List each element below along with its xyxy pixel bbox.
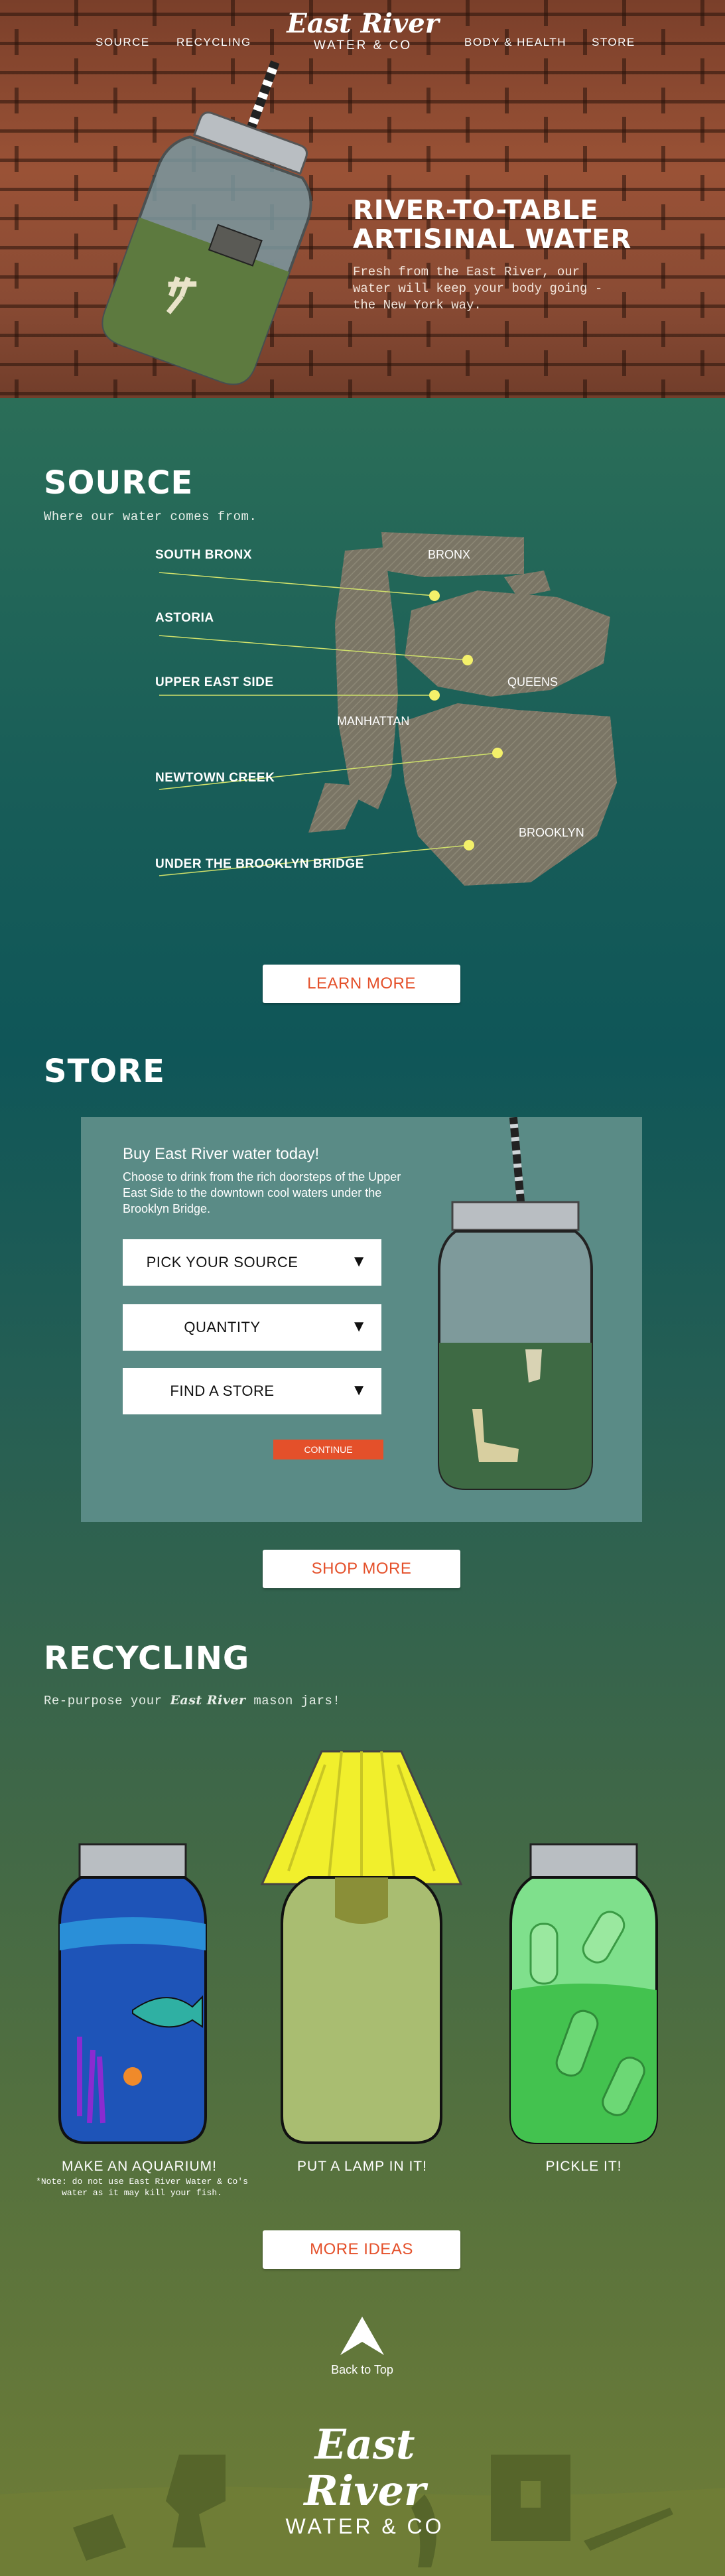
quantity-select[interactable]: QUANTITY ▼ bbox=[123, 1304, 381, 1351]
hero-title-line2: ARTISINAL WATER bbox=[353, 224, 632, 255]
store-panel-text: Choose to drink from the rich doorsteps … bbox=[123, 1170, 401, 1215]
location-astoria[interactable]: ASTORIA bbox=[155, 611, 214, 626]
location-south-bronx[interactable]: SOUTH BRONX bbox=[155, 548, 252, 563]
recycling-sub-post: mason jars! bbox=[245, 1694, 341, 1708]
pickle-jar bbox=[509, 1843, 658, 2144]
chevron-down-icon: ▼ bbox=[351, 1381, 367, 1399]
nav-body-health[interactable]: BODY & HEALTH bbox=[464, 36, 566, 49]
nav-source[interactable]: SOURCE bbox=[96, 36, 150, 49]
store-select[interactable]: FIND A STORE ▼ bbox=[123, 1368, 381, 1414]
store-select-label: FIND A STORE bbox=[170, 1383, 275, 1399]
store-jar-illustration bbox=[438, 1117, 593, 1490]
source-heading: SOURCE bbox=[44, 464, 194, 502]
lamp-jar bbox=[260, 1750, 463, 2144]
chevron-down-icon: ▼ bbox=[351, 1253, 367, 1270]
borough-brooklyn: BROOKLYN bbox=[519, 826, 584, 839]
map-pin-newtown-creek[interactable] bbox=[492, 748, 503, 758]
more-ideas-button[interactable]: MORE IDEAS bbox=[263, 2230, 460, 2269]
recycling-subheading: Re-purpose your East River mason jars! bbox=[44, 1693, 340, 1708]
map-pin-astoria[interactable] bbox=[462, 655, 473, 665]
hero-title-line1: RIVER-TO-TABLE bbox=[353, 195, 599, 226]
source-subheading: Where our water comes from. bbox=[44, 509, 257, 524]
source-select[interactable]: PICK YOUR SOURCE ▼ bbox=[123, 1239, 381, 1286]
back-to-top-link[interactable]: Back to Top bbox=[322, 2315, 402, 2377]
learn-more-button[interactable]: LEARN MORE bbox=[263, 965, 460, 1003]
map-pin-upper-east-side[interactable] bbox=[429, 690, 440, 701]
map-brooklyn bbox=[398, 703, 617, 886]
shop-more-button[interactable]: SHOP MORE bbox=[263, 1550, 460, 1588]
back-to-top-label: Back to Top bbox=[331, 2363, 393, 2376]
borough-queens: QUEENS bbox=[507, 675, 559, 689]
continue-button[interactable]: CONTINUE bbox=[273, 1440, 383, 1459]
recycling-sub-pre: Re-purpose your bbox=[44, 1694, 170, 1708]
map-pin-brooklyn-bridge[interactable] bbox=[464, 840, 474, 850]
footer-logo[interactable]: East River WATER & CO bbox=[259, 2421, 471, 2539]
chevron-down-icon: ▼ bbox=[351, 1318, 367, 1335]
borough-bronx: BRONX bbox=[428, 548, 471, 561]
aquarium-note: *Note: do not use East River Water & Co'… bbox=[36, 2177, 248, 2198]
location-newtown-creek[interactable]: NEWTOWN CREEK bbox=[155, 771, 275, 785]
hero-title: RIVER-TO-TABLE ARTISINAL WATER bbox=[353, 196, 698, 254]
map-manhattan bbox=[335, 547, 398, 809]
aquarium-jar bbox=[58, 1843, 207, 2144]
caption-lamp: PUT A LAMP IN IT! bbox=[297, 2159, 427, 2174]
logo-script: East River bbox=[287, 8, 439, 39]
hero-description: Fresh from the East River, our water wil… bbox=[353, 265, 603, 312]
source-map bbox=[159, 532, 617, 886]
store-panel: Buy East River water today! Choose to dr… bbox=[81, 1117, 642, 1522]
nav-recycling[interactable]: RECYCLING bbox=[176, 36, 251, 49]
recycling-sub-brand: East River bbox=[170, 1693, 246, 1708]
up-arrow-icon bbox=[340, 2317, 384, 2355]
caption-pickle: PICKLE IT! bbox=[545, 2159, 622, 2174]
jar-lid bbox=[451, 1201, 580, 1231]
map-pin-south-bronx[interactable] bbox=[429, 590, 440, 601]
location-upper-east-side[interactable]: UPPER EAST SIDE bbox=[155, 675, 274, 690]
quantity-select-label: QUANTITY bbox=[184, 1319, 261, 1335]
store-heading: STORE bbox=[44, 1053, 165, 1090]
footer-logo-subtitle: WATER & CO bbox=[285, 2514, 444, 2538]
location-brooklyn-bridge[interactable]: UNDER THE BROOKLYN BRIDGE bbox=[155, 857, 364, 872]
source-select-label: PICK YOUR SOURCE bbox=[146, 1254, 298, 1270]
recycling-heading: RECYCLING bbox=[44, 1640, 250, 1677]
caption-aquarium: MAKE AN AQUARIUM! bbox=[61, 2159, 218, 2174]
hero-section: SOURCE RECYCLING BODY & HEALTH STORE Eas… bbox=[0, 0, 725, 425]
hero-jar-illustration bbox=[101, 60, 312, 385]
store-panel-title: Buy East River water today! bbox=[123, 1145, 320, 1163]
pickle bbox=[529, 1923, 559, 1985]
header-logo[interactable]: East River WATER & CO bbox=[287, 9, 439, 53]
borough-manhattan: MANHATTAN bbox=[337, 714, 410, 728]
logo-subtitle: WATER & CO bbox=[313, 38, 413, 52]
footer-logo-script: East River bbox=[304, 2420, 426, 2515]
nav-store[interactable]: STORE bbox=[592, 36, 635, 49]
